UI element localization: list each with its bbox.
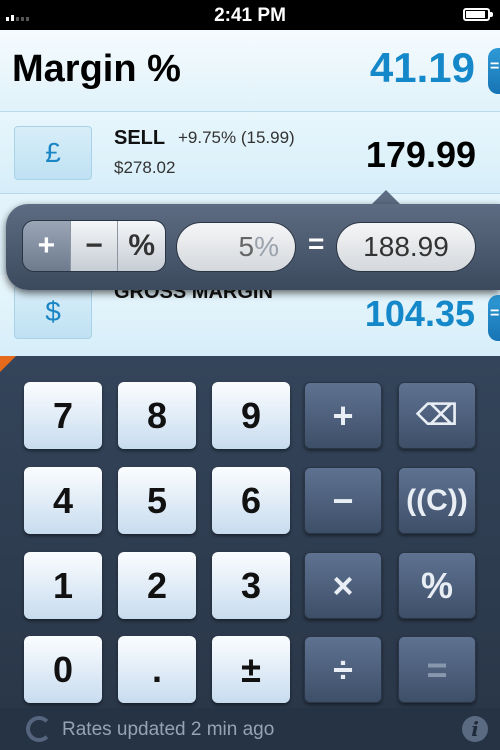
sell-row[interactable]: £ SELL +9.75% (15.99) $278.02 179.99 <box>0 112 500 194</box>
currency-pound-button[interactable]: £ <box>14 126 92 180</box>
backspace-icon[interactable]: ⌫ <box>398 382 476 449</box>
equals-sign: = <box>308 228 325 259</box>
margin-equals-tab[interactable] <box>488 48 500 94</box>
percent-input-value: 5 <box>238 231 255 262</box>
margin-label: Margin % <box>12 48 181 90</box>
key-5[interactable]: 5 <box>118 467 196 534</box>
minus-segment[interactable]: − <box>70 221 119 271</box>
sell-change: +9.75% (15.99) <box>178 128 295 147</box>
gross-margin-value[interactable]: 104.35 <box>365 293 475 335</box>
battery-icon <box>463 8 493 21</box>
percent-input[interactable]: 5% <box>176 222 296 272</box>
key-multiply[interactable]: × <box>304 552 382 619</box>
rates-updated-text: Rates updated 2 min ago <box>62 719 275 740</box>
key-0[interactable]: 0 <box>24 636 102 703</box>
info-icon[interactable]: i <box>462 716 488 742</box>
sell-value[interactable]: 179.99 <box>366 134 476 176</box>
key-minus[interactable]: − <box>304 467 382 534</box>
percent-popover: + − % 5% = 188.99 <box>6 204 500 290</box>
plus-segment[interactable]: + <box>23 221 71 271</box>
key-decimal[interactable]: . <box>118 636 196 703</box>
key-equals[interactable]: = <box>398 636 476 703</box>
key-4[interactable]: 4 <box>24 467 102 534</box>
margin-value[interactable]: 41.19 <box>370 44 475 92</box>
key-7[interactable]: 7 <box>24 382 102 449</box>
sell-amount: $278.02 <box>114 158 176 177</box>
key-plus[interactable]: + <box>304 382 382 449</box>
status-time: 2:41 PM <box>214 5 286 26</box>
key-9[interactable]: 9 <box>212 382 290 449</box>
key-clear[interactable]: ((C)) <box>398 467 476 534</box>
key-1[interactable]: 1 <box>24 552 102 619</box>
key-plus-minus[interactable]: ± <box>212 636 290 703</box>
result-output[interactable]: 188.99 <box>336 222 476 272</box>
key-3[interactable]: 3 <box>212 552 290 619</box>
key-2[interactable]: 2 <box>118 552 196 619</box>
percent-segment[interactable]: % <box>118 221 165 271</box>
key-8[interactable]: 8 <box>118 382 196 449</box>
corner-marker <box>0 356 16 372</box>
keypad: 7 8 9 + ⌫ 4 5 6 − ((C)) 1 2 3 × % 0 . ± … <box>0 356 500 708</box>
gross-equals-tab[interactable] <box>488 295 500 341</box>
operation-segmented-control[interactable]: + − % <box>22 220 166 272</box>
percent-input-unit: % <box>254 231 279 262</box>
key-6[interactable]: 6 <box>212 467 290 534</box>
result-area: Margin % 41.19 £ SELL +9.75% (15.99) $27… <box>0 30 500 356</box>
sell-label: SELL <box>114 127 166 149</box>
status-bar: 2:41 PM <box>0 0 500 30</box>
margin-row[interactable]: Margin % 41.19 <box>0 30 500 112</box>
refresh-icon[interactable] <box>26 716 52 742</box>
currency-dollar-button[interactable]: $ <box>14 285 92 339</box>
key-percent[interactable]: % <box>398 552 476 619</box>
key-divide[interactable]: ÷ <box>304 636 382 703</box>
footer-bar: Rates updated 2 min ago i <box>0 708 500 750</box>
